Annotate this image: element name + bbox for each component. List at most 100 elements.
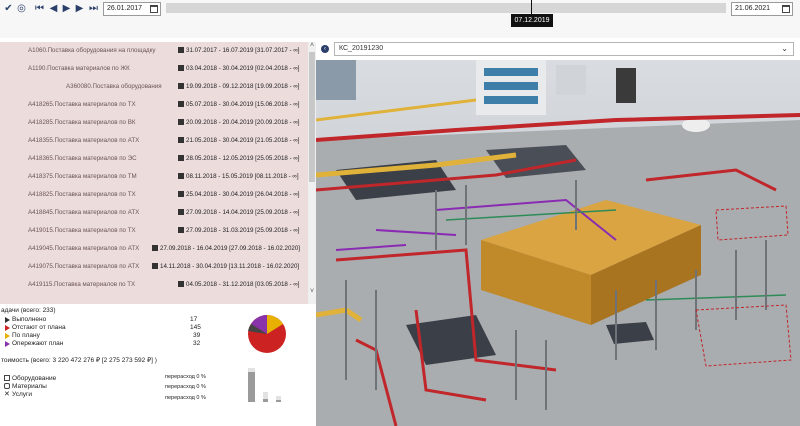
calendar-icon <box>178 101 184 107</box>
check-filter-icon[interactable]: ✔ <box>3 3 14 14</box>
stat-value-ahead: 32 <box>193 340 201 347</box>
task-name: A419115.Поставка материалов по ТХ <box>28 281 136 288</box>
task-name: A419075.Поставка материалов по АТХ <box>28 263 140 270</box>
on-plan-marker-icon <box>5 333 10 339</box>
table-row[interactable]: A419045.Поставка материалов по АТХ 27.09… <box>0 240 308 258</box>
task-name: A418285.Поставка материалов по ВК <box>28 119 136 126</box>
timeline-slider[interactable] <box>166 3 726 13</box>
left-panel: A1060.Поставка оборудования на площадку … <box>0 38 316 426</box>
table-row[interactable]: A1060.Поставка оборудования на площадку … <box>0 42 308 60</box>
tasks-summary-title: адачи (всего: 233) <box>1 307 56 314</box>
calendar-icon[interactable] <box>782 5 790 13</box>
task-dates: 03.04.2018 - 30.04.2019 [02.04.2018 - ∞] <box>178 65 299 72</box>
task-dates: 25.04.2018 - 30.04.2019 [26.04.2018 - ∞] <box>178 191 299 198</box>
overspend-note: перерасход 0 % <box>165 395 206 401</box>
task-name: A1190.Поставка материалов по ЖК <box>28 65 130 72</box>
task-name: A418355.Поставка материалов по АТХ <box>28 137 140 144</box>
table-row[interactable]: A1190.Поставка материалов по ЖК 03.04.20… <box>0 60 308 78</box>
next-icon[interactable]: ▶ <box>74 3 85 14</box>
table-row[interactable]: A419075.Поставка материалов по АТХ 14.11… <box>0 258 308 276</box>
stat-label-behind: Отстают от плана <box>12 324 66 331</box>
task-dates: 27.09.2018 - 31.03.2019 [25.09.2018 - ∞] <box>178 227 299 234</box>
calendar-icon <box>178 227 184 233</box>
calendar-icon[interactable] <box>150 5 158 13</box>
collapse-panel-icon[interactable]: ‹ <box>321 45 329 53</box>
task-dates: 28.05.2018 - 12.05.2019 [25.05.2018 - ∞] <box>178 155 299 162</box>
calendar-icon <box>152 263 158 269</box>
table-row[interactable]: A418825.Поставка материалов по ТХ 25.04.… <box>0 186 308 204</box>
model-select[interactable]: КС_20191230 ⌄ <box>334 42 794 56</box>
ahead-marker-icon <box>5 341 10 347</box>
cost-summary-title: тоимость (всего: 3 220 472 276 ₽ [2 275 … <box>1 357 157 364</box>
table-row[interactable]: A418365.Поставка материалов по ЭС 28.05.… <box>0 150 308 168</box>
task-dates: 08.11.2018 - 15.05.2019 [08.11.2018 - ∞] <box>178 173 299 180</box>
calendar-icon <box>152 245 158 251</box>
table-row[interactable]: A360080.Поставка оборудования 19.09.2018… <box>0 78 308 96</box>
table-row[interactable]: A418355.Поставка материалов по АТХ 21.05… <box>0 132 308 150</box>
scroll-down-icon[interactable]: ˅ <box>308 288 316 296</box>
category-label: Материалы <box>12 383 47 390</box>
scroll-up-icon[interactable]: ˄ <box>308 42 316 50</box>
chevron-down-icon[interactable]: ⌄ <box>781 43 788 55</box>
cost-bar-materials <box>263 392 268 402</box>
calendar-icon <box>178 173 184 179</box>
cost-bar-equipment <box>248 368 255 402</box>
table-row[interactable]: A419015.Поставка материалов по ТХ 27.09.… <box>0 222 308 240</box>
task-name: A1060.Поставка оборудования на площадку <box>28 47 156 54</box>
overspend-note: перерасход 0 % <box>165 374 206 380</box>
play-icon[interactable]: ▶ <box>61 3 72 14</box>
behind-marker-icon <box>5 325 10 331</box>
scroll-thumb[interactable] <box>309 52 315 182</box>
task-dates: 14.11.2018 - 30.04.2019 [13.11.2018 - 16… <box>152 263 299 270</box>
calendar-icon <box>178 209 184 215</box>
task-dates: 05.07.2018 - 30.04.2019 [15.06.2018 - ∞] <box>178 101 299 108</box>
table-row[interactable]: A419115.Поставка материалов по ТХ 04.05.… <box>0 276 308 294</box>
stat-value-behind: 145 <box>190 324 201 331</box>
model-header: ‹ КС_20191230 ⌄ <box>316 38 800 60</box>
table-row[interactable]: A418265.Поставка материалов по ТХ 05.07.… <box>0 96 308 114</box>
equipment-icon <box>4 375 10 381</box>
category-label: Оборудование <box>12 375 57 382</box>
model-select-value: КС_20191230 <box>339 45 384 52</box>
stat-label-ahead: Опережают план <box>12 340 64 347</box>
calendar-icon <box>178 83 184 89</box>
settings-icon[interactable]: ◎ <box>16 3 27 14</box>
skip-back-icon[interactable]: ⏮ <box>34 3 45 14</box>
task-name: A360080.Поставка оборудования <box>66 83 162 90</box>
task-dates: 27.09.2018 - 16.04.2019 [27.09.2018 - 16… <box>152 245 300 252</box>
calendar-icon <box>178 119 184 125</box>
table-row[interactable]: A418375.Поставка материалов по ТМ 08.11.… <box>0 168 308 186</box>
cost-bar-services <box>276 396 281 402</box>
task-list: A1060.Поставка оборудования на площадку … <box>0 42 308 304</box>
table-row[interactable]: A418845.Поставка материалов по АТХ 27.09… <box>0 204 308 222</box>
start-date-field[interactable]: 26.01.2017 <box>103 2 161 16</box>
task-dates: 31.07.2017 - 16.07.2019 [31.07.2017 - ∞] <box>178 47 299 54</box>
task-name: A418365.Поставка материалов по ЭС <box>28 155 137 162</box>
task-name: A419045.Поставка материалов по АТХ <box>28 245 140 252</box>
skip-forward-icon[interactable]: ⏭ <box>88 3 99 14</box>
task-dates: 20.09.2018 - 20.04.2019 [20.09.2018 - ∞] <box>178 119 299 126</box>
calendar-icon <box>178 281 184 287</box>
materials-icon <box>4 383 10 389</box>
calendar-icon <box>178 47 184 53</box>
stats-panel: адачи (всего: 233) Выполнено 17 Отстают … <box>0 304 316 426</box>
3d-model-viewport[interactable] <box>316 60 800 426</box>
calendar-icon <box>178 191 184 197</box>
overspend-note: перерасход 0 % <box>165 384 206 390</box>
end-date-value: 21.06.2021 <box>735 5 771 12</box>
start-date-value: 26.01.2017 <box>107 5 143 12</box>
task-list-scrollbar[interactable]: ˄ ˅ <box>308 42 316 304</box>
task-name: A418375.Поставка материалов по ТМ <box>28 173 137 180</box>
prev-icon[interactable]: ◀ <box>48 3 59 14</box>
model-panel: ‹ КС_20191230 ⌄ <box>316 38 800 426</box>
stat-value-on-plan: 39 <box>193 332 201 339</box>
3d-scene[interactable] <box>316 60 800 426</box>
table-row[interactable]: A418285.Поставка материалов по ВК 20.09.… <box>0 114 308 132</box>
completed-marker-icon <box>5 317 10 323</box>
end-date-field[interactable]: 21.06.2021 <box>731 2 793 16</box>
task-dates: 21.05.2018 - 30.04.2019 [21.05.2018 - ∞] <box>178 137 299 144</box>
services-icon: ✕ <box>4 391 10 398</box>
stat-value-completed: 17 <box>190 316 198 323</box>
task-name: A419015.Поставка материалов по ТХ <box>28 227 136 234</box>
timeline-cursor[interactable] <box>531 0 532 14</box>
